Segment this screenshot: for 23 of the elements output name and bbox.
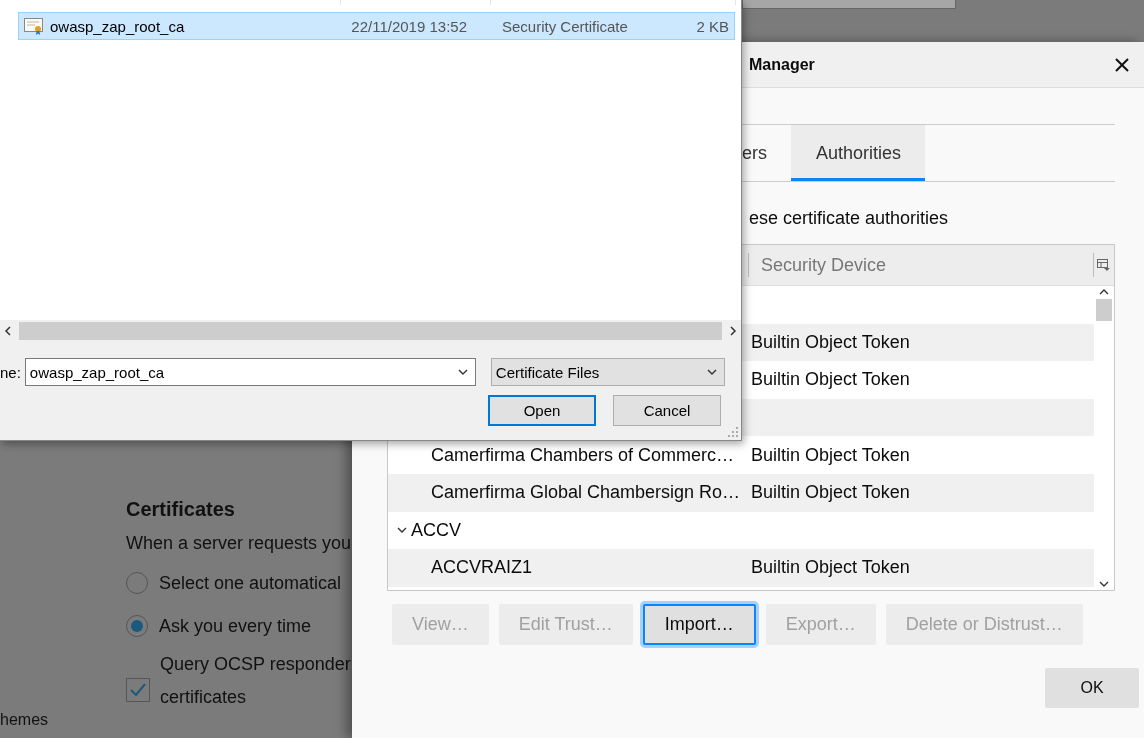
table-cell: ACCV	[411, 519, 461, 541]
field-label: ne:	[0, 363, 21, 381]
table-cell: Builtin Object Token	[751, 557, 910, 578]
window-title: Manager	[749, 55, 815, 74]
option-label: Ask you every time	[159, 615, 312, 637]
description-text: ese certificate authorities	[749, 208, 950, 229]
table-cell: Camerfirma Global Chambersign Ro…	[431, 482, 741, 504]
table-cell: ACCVRAIZ1	[431, 557, 533, 579]
file-name: owasp_zap_root_ca	[50, 17, 185, 35]
table-cell: Builtin Object Token	[751, 482, 910, 503]
table-cell: Builtin Object Token	[751, 331, 910, 352]
table-cell: Camerfirma Chambers of Commerc…	[431, 444, 735, 466]
option-label: Select one automatical	[159, 572, 342, 594]
field-value: owasp_zap_root_ca	[29, 363, 165, 381]
table-cell: 2 KB	[696, 17, 729, 35]
table-cell: Builtin Object Token	[751, 444, 910, 465]
checkbox-label: certificates	[160, 687, 248, 708]
table-cell: Security Certificate	[502, 17, 628, 35]
description-text: When a server requests you	[126, 533, 352, 554]
section-heading: Certificates	[126, 498, 236, 521]
checkbox-label: Query OCSP responder	[160, 654, 351, 675]
table-cell: 22/11/2019 13:52	[351, 17, 467, 35]
dropdown-value: Certificate Files	[495, 363, 600, 381]
